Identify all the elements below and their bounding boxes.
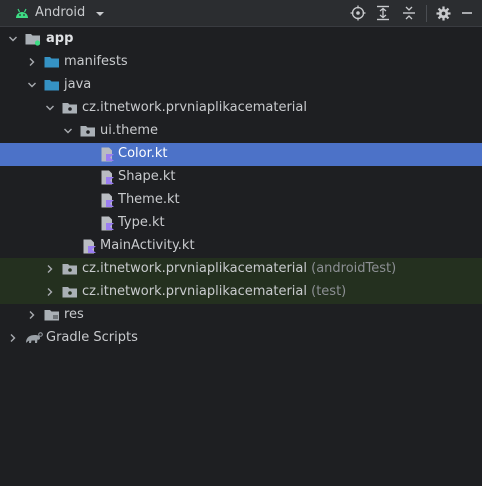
folder-icon (44, 310, 59, 321)
tree-item-label: Theme.kt (118, 192, 180, 207)
collapse-all-icon[interactable] (400, 4, 418, 22)
chevron-right-icon[interactable] (45, 264, 55, 274)
tree-item-label: cz.itnetwork.prvniaplikacematerial (test… (82, 284, 346, 299)
tree-item-java[interactable]: java (0, 74, 482, 97)
package-name: cz.itnetwork.prvniaplikacematerial (82, 284, 307, 299)
tree-item-label: app (46, 31, 74, 46)
expand-all-icon[interactable] (374, 4, 392, 22)
toolbar-separator (426, 5, 427, 22)
kotlin-file-icon (101, 193, 114, 208)
locate-icon[interactable] (349, 4, 367, 22)
tree-item-res[interactable]: res (0, 304, 482, 327)
tree-item-package-test[interactable]: cz.itnetwork.prvniaplikacematerial (test… (0, 281, 482, 304)
tree-item-label: cz.itnetwork.prvniaplikacematerial (andr… (82, 261, 396, 276)
kotlin-file-icon (83, 239, 96, 254)
tree-item-color-kt[interactable]: Color.kt (0, 143, 482, 166)
tree-item-gradle-scripts[interactable]: Gradle Scripts (0, 327, 482, 350)
chevron-down-icon[interactable] (63, 126, 73, 136)
project-toolbar: Android (0, 0, 482, 27)
chevron-down-icon[interactable] (27, 80, 37, 90)
tree-item-label: ui.theme (100, 123, 158, 138)
tree-item-type-kt[interactable]: Type.kt (0, 212, 482, 235)
gradle-icon (26, 332, 43, 343)
chevron-right-icon[interactable] (8, 333, 18, 343)
package-icon (80, 126, 95, 137)
tree-item-ui-theme[interactable]: ui.theme (0, 120, 482, 143)
tree-item-label: cz.itnetwork.prvniaplikacematerial (82, 100, 307, 115)
view-selector-label[interactable]: Android (35, 5, 85, 20)
tree-item-label: Type.kt (118, 215, 165, 230)
source-set-suffix: (test) (311, 284, 347, 299)
tree-item-shape-kt[interactable]: Shape.kt (0, 166, 482, 189)
chevron-down-icon[interactable] (8, 34, 18, 44)
tree-item-label: java (64, 77, 92, 92)
package-icon (62, 287, 77, 298)
package-icon (62, 264, 77, 275)
folder-icon (44, 80, 59, 91)
tree-item-theme-kt[interactable]: Theme.kt (0, 189, 482, 212)
tree-item-label: Color.kt (118, 146, 168, 161)
package-icon (62, 103, 77, 114)
tree-item-label: Gradle Scripts (46, 330, 138, 345)
tree-item-label: manifests (64, 54, 128, 69)
chevron-right-icon[interactable] (27, 57, 37, 67)
module-folder-icon (25, 34, 41, 46)
kotlin-file-icon (101, 216, 114, 231)
tree-item-label: Shape.kt (118, 169, 176, 184)
chevron-down-icon[interactable] (45, 103, 55, 113)
tree-item-manifests[interactable]: manifests (0, 51, 482, 74)
source-set-suffix: (androidTest) (311, 261, 397, 276)
settings-icon[interactable] (434, 4, 452, 22)
chevron-right-icon[interactable] (27, 310, 37, 320)
kotlin-file-icon (101, 147, 114, 162)
package-name: cz.itnetwork.prvniaplikacematerial (82, 261, 307, 276)
tree-item-mainactivity-kt[interactable]: MainActivity.kt (0, 235, 482, 258)
chevron-right-icon[interactable] (45, 287, 55, 297)
tree-item-label: res (64, 307, 84, 322)
tree-item-package-main[interactable]: cz.itnetwork.prvniaplikacematerial (0, 97, 482, 120)
chevron-down-icon[interactable] (94, 9, 106, 19)
hide-icon[interactable] (458, 4, 476, 22)
kotlin-file-icon (101, 170, 114, 185)
folder-icon (44, 57, 59, 68)
tree-item-app[interactable]: app (0, 28, 482, 51)
android-icon (16, 8, 28, 18)
tree-item-package-androidtest[interactable]: cz.itnetwork.prvniaplikacematerial (andr… (0, 258, 482, 281)
tree-item-label: MainActivity.kt (100, 238, 195, 253)
